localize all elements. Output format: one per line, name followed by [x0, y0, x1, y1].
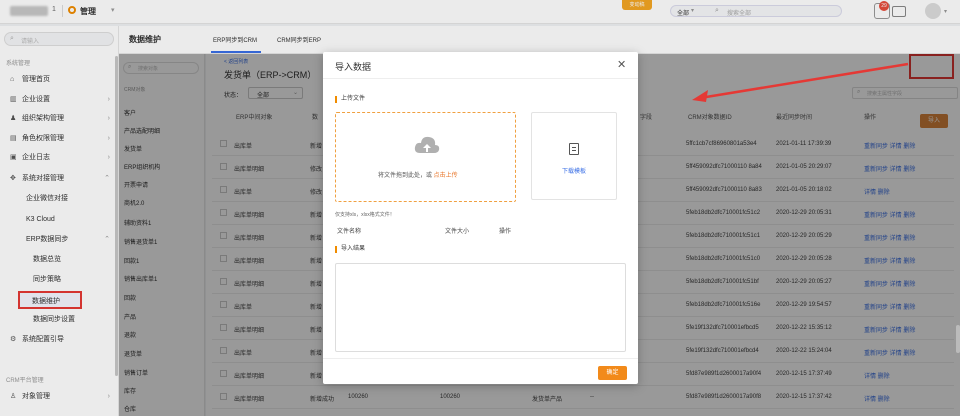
col-file-size: 文件大小: [445, 229, 470, 235]
upload-dropzone[interactable]: 将文件拖到此处，或 点击上传: [335, 112, 516, 202]
section-result: 导入结果: [335, 246, 365, 253]
download-template-link[interactable]: 下载模板: [562, 166, 586, 175]
cloud-upload-icon: [414, 136, 440, 153]
dropzone-text: 将文件拖到此处，或 点击上传: [378, 170, 458, 179]
confirm-button[interactable]: 确定: [598, 366, 627, 380]
close-icon[interactable]: ✕: [617, 58, 626, 71]
annotation-arrow: [692, 62, 909, 102]
dropzone-label: 将文件拖到此处，或: [378, 173, 434, 179]
click-upload-link[interactable]: 点击上传: [434, 173, 458, 179]
col-file-op: 操作: [499, 229, 512, 235]
format-hint: 仅支持xls，xlsx格式文件！: [335, 212, 395, 218]
modal-title: 导入数据: [335, 62, 372, 72]
divider: [323, 358, 638, 359]
scrollbar[interactable]: [956, 325, 960, 353]
section-upload: 上传文件: [335, 96, 365, 103]
import-modal: 导入数据 ✕ 上传文件 将文件拖到此处，或 点击上传 下载模板 仅支持xls，x…: [323, 52, 638, 384]
document-icon: [569, 143, 579, 155]
import-result-area: [335, 263, 626, 352]
divider: [323, 78, 638, 79]
template-box[interactable]: 下载模板: [531, 112, 617, 200]
col-file-name: 文件名称: [337, 229, 362, 235]
